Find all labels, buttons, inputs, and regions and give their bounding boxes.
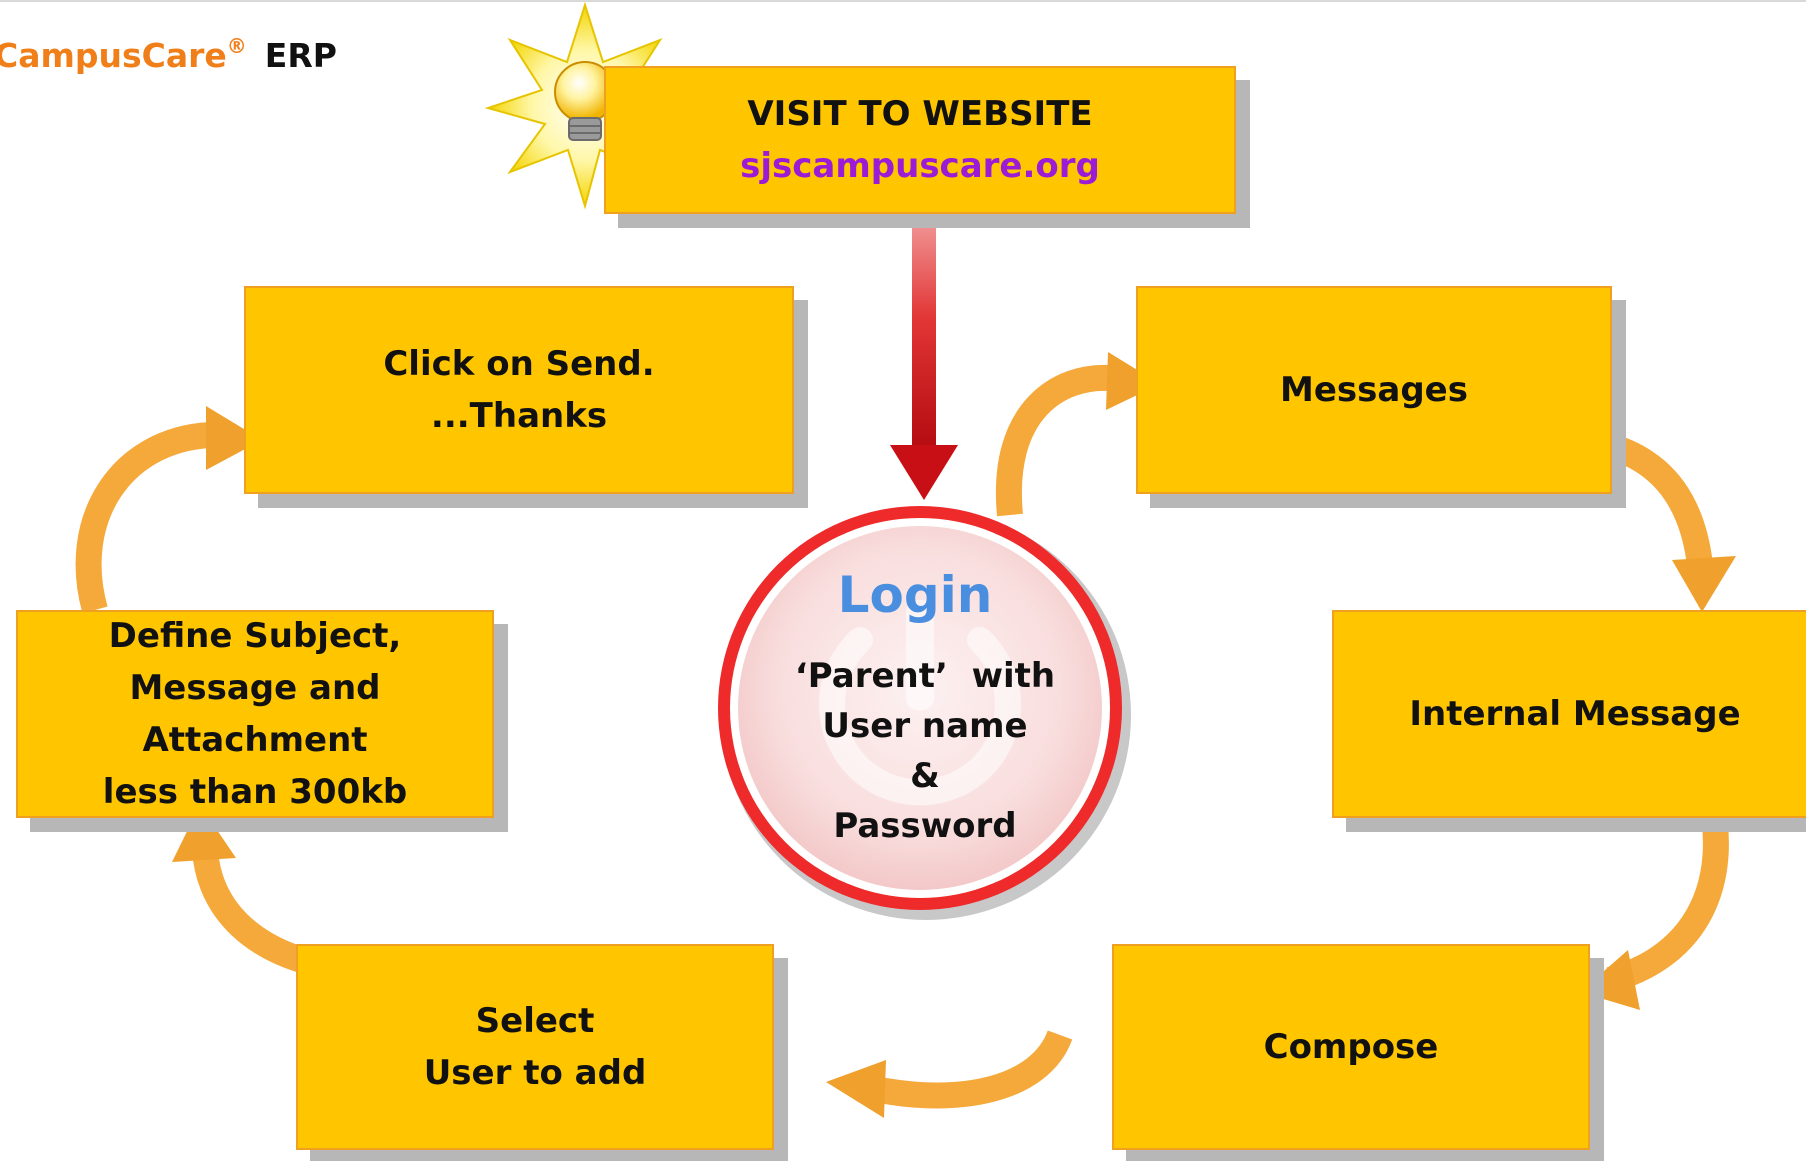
step-internal-message: Internal Message bbox=[1332, 610, 1806, 818]
step-compose: Compose bbox=[1112, 944, 1590, 1150]
website-link[interactable]: sjscampuscare.org bbox=[740, 140, 1100, 192]
step-define-subject: Define Subject, Message and Attachment l… bbox=[16, 610, 494, 818]
define-line3: less than 300kb bbox=[102, 772, 408, 812]
select-line2: User to add bbox=[423, 1053, 647, 1093]
step-messages: Messages bbox=[1136, 286, 1612, 494]
send-line2: ...Thanks bbox=[430, 396, 608, 436]
step-click-send: Click on Send. ...Thanks bbox=[244, 286, 794, 494]
login-circle bbox=[718, 506, 1131, 920]
select-line1: Select bbox=[475, 1001, 595, 1041]
send-line1: Click on Send. bbox=[383, 344, 655, 384]
messages-label: Messages bbox=[1280, 370, 1468, 410]
arrow-define-to-send bbox=[75, 422, 212, 614]
define-line1: Define Subject, bbox=[108, 616, 402, 656]
step-visit-website: VISIT TO WEBSITE sjscampuscare.org bbox=[604, 66, 1236, 214]
visit-label: VISIT TO WEBSITE bbox=[747, 94, 1093, 134]
red-down-arrow bbox=[890, 210, 958, 500]
arrow-login-to-messages bbox=[995, 364, 1111, 517]
internal-label: Internal Message bbox=[1409, 694, 1741, 734]
define-line2: Message and Attachment bbox=[129, 668, 381, 760]
arrow-compose-to-select bbox=[877, 1029, 1073, 1109]
compose-label: Compose bbox=[1263, 1027, 1439, 1067]
step-select-user: Select User to add bbox=[296, 944, 774, 1150]
